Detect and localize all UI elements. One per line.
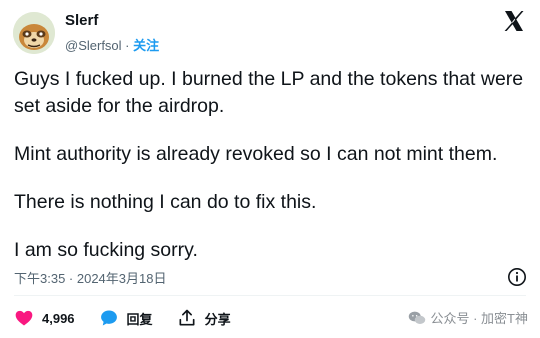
share-icon (179, 309, 195, 326)
author-name[interactable]: Slerf (65, 12, 98, 29)
handle-separator: · (125, 38, 130, 53)
avatar[interactable] (13, 12, 55, 54)
heart-icon (15, 310, 33, 326)
author-handle[interactable]: @Slerfsol (65, 38, 122, 53)
action-bar: 4,996 回复 分享 (14, 307, 255, 329)
tweet-timestamp[interactable]: 下午3:35 · 2024年3月18日 (14, 268, 166, 287)
watermark-text: 公众号 · 加密T神 (430, 311, 529, 326)
reply-bubble-icon (100, 310, 117, 326)
share-button[interactable]: 分享 (177, 308, 231, 328)
sloth-avatar-icon (13, 12, 55, 54)
tweet-paragraph: Mint authority is already revoked so I c… (14, 143, 498, 165)
reply-label: 回复 (126, 311, 153, 327)
tweet-body: Guys I fucked up. I burned the LP and th… (14, 66, 526, 285)
x-logo-icon[interactable] (502, 9, 526, 33)
tweet-paragraph: I am so fucking sorry. (14, 239, 198, 261)
divider (14, 295, 526, 296)
tweet-paragraph: Guys I fucked up. I burned the LP and th… (14, 68, 524, 117)
wechat-icon (408, 311, 425, 324)
share-label: 分享 (204, 311, 231, 327)
like-count: 4,996 (42, 310, 75, 326)
reply-button[interactable]: 回复 (99, 308, 153, 328)
follow-button[interactable]: 关注 (133, 38, 159, 53)
info-icon[interactable] (507, 267, 527, 287)
like-button[interactable]: 4,996 (14, 308, 75, 328)
tweet-paragraph: There is nothing I can do to fix this. (14, 191, 317, 213)
author-handle-row: @Slerfsol · 关注 (65, 35, 159, 54)
wechat-watermark: 公众号 · 加密T神 (408, 308, 529, 327)
